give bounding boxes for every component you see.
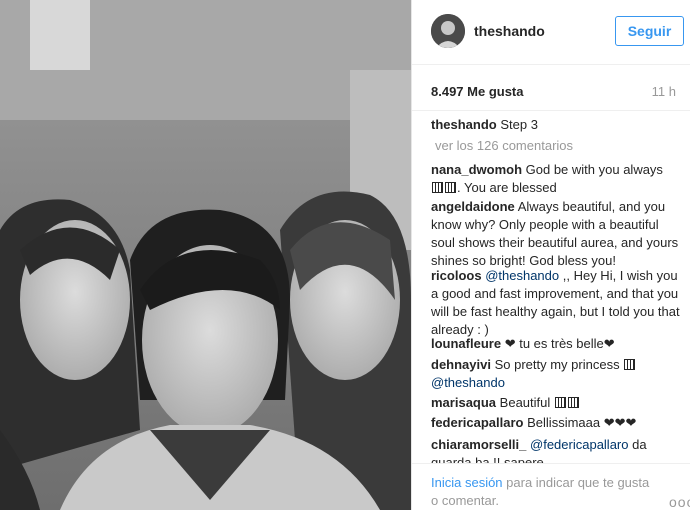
comments-list: theshando Step 3 ver los 126 comentarios… [412, 113, 690, 463]
more-comments-link[interactable]: ver los 126 comentarios [435, 138, 573, 153]
list-item: marisaqua Beautiful [431, 394, 683, 412]
caption-username[interactable]: theshando [431, 117, 497, 132]
comment-text: God be with you always [525, 162, 663, 177]
emoji-icon [445, 182, 456, 193]
list-item: angeldaidone Always beautiful, and you k… [431, 198, 683, 270]
post-header: theshando Seguir [412, 0, 690, 65]
comment-text: ❤ tu es très belle❤ [504, 336, 615, 351]
list-item: nana_dwomoh God be with you always . You… [431, 161, 683, 197]
comment-username[interactable]: federicapallaro [431, 415, 524, 430]
emoji-icon [554, 397, 566, 408]
comment-text: guarda ba !! sapere [431, 455, 544, 463]
comment-mention[interactable]: @theshando [485, 268, 559, 283]
avatar[interactable] [431, 14, 465, 48]
likes-count[interactable]: 8.497 Me gusta [431, 84, 524, 99]
list-item: federicapallaro Bellissimaaa ❤❤❤ [431, 414, 683, 432]
avatar-image [431, 14, 465, 48]
caption-text: Step 3 [500, 117, 538, 132]
comment-username[interactable]: lounafleure [431, 336, 501, 351]
post-footer: Inicia sesión para indicar que te gusta … [412, 463, 690, 511]
comment-mention[interactable]: @theshando [431, 375, 505, 390]
follow-button[interactable]: Seguir [615, 16, 684, 46]
comment-username[interactable]: nana_dwomoh [431, 162, 522, 177]
comment-mention[interactable]: @federicapallaro [530, 437, 628, 452]
caption: theshando Step 3 [431, 116, 683, 134]
comment-text: Beautiful [499, 395, 551, 410]
emoji-icon [567, 397, 579, 408]
emoji-icon [624, 359, 636, 370]
instagram-post: theshando Seguir 8.497 Me gusta 11 h the… [0, 0, 690, 510]
list-item: dehnayivi So pretty my princess @theshan… [431, 356, 683, 392]
comment-username[interactable]: angeldaidone [431, 199, 515, 214]
comment-username[interactable]: chiaramorselli_ [431, 437, 526, 452]
post-photo[interactable] [0, 0, 411, 510]
comment-username[interactable]: ricoloos [431, 268, 482, 283]
comment-username[interactable]: dehnayivi [431, 357, 491, 372]
comment-text: da [628, 437, 647, 452]
list-item: lounafleure ❤ tu es très belle❤ [431, 335, 683, 353]
login-link[interactable]: Inicia sesión [431, 475, 503, 490]
post-time[interactable]: 11 h [652, 84, 676, 99]
list-item: chiaramorselli_ @federicapallaro da guar… [431, 436, 683, 463]
comment-text: So pretty my princess [494, 357, 620, 372]
comment-text: Bellissimaaa ❤❤❤ [527, 415, 637, 430]
options-icon[interactable]: ooo [669, 494, 690, 510]
post-side-panel: theshando Seguir 8.497 Me gusta 11 h the… [411, 0, 690, 510]
comment-text: . You are blessed [457, 180, 557, 195]
selfie-image [0, 0, 411, 510]
post-stats: 8.497 Me gusta 11 h [412, 65, 690, 111]
comment-username[interactable]: marisaqua [431, 395, 496, 410]
header-username[interactable]: theshando [474, 23, 545, 39]
login-prompt: Inicia sesión para indicar que te gusta … [431, 474, 656, 510]
list-item: ricoloos @theshando ,, Hey Hi, I wish yo… [431, 267, 683, 339]
emoji-icon [432, 182, 443, 193]
